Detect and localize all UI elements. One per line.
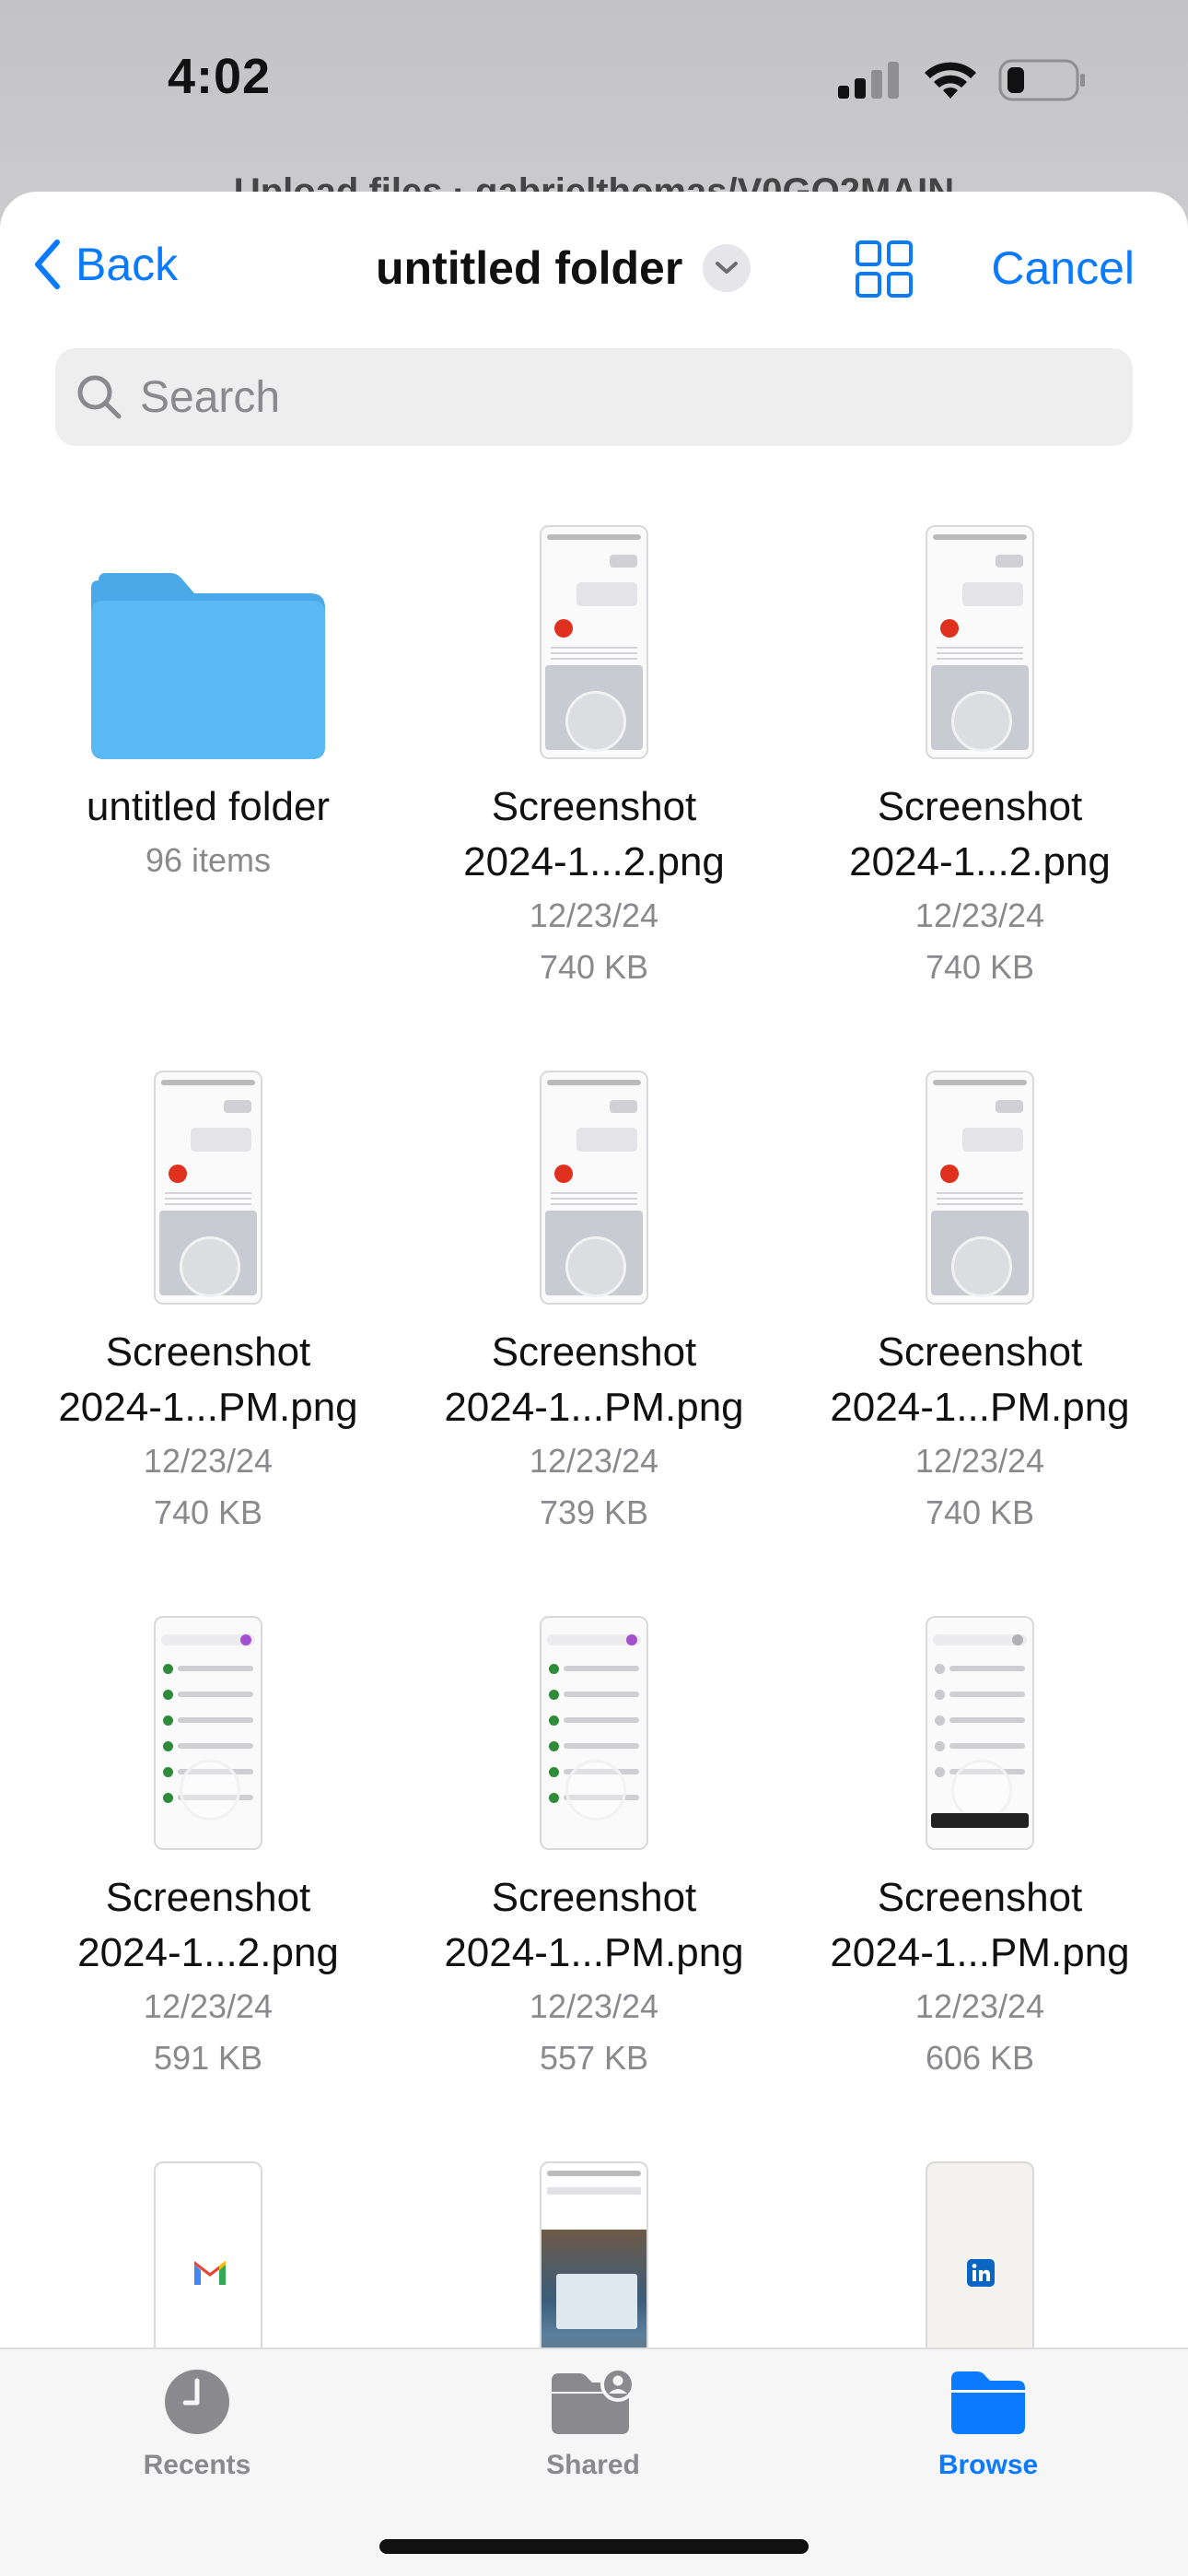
clock-icon [165, 2370, 229, 2434]
back-label: Back [76, 239, 179, 290]
tab-shared[interactable]: Shared [473, 2367, 713, 2481]
item-size: 740 KB [539, 948, 649, 986]
folder-icon [951, 2371, 1025, 2434]
status-time: 4:02 [168, 49, 272, 104]
item-name-line2: 2024-1...2.png [77, 1930, 339, 1975]
tab-browse[interactable]: Browse [868, 2368, 1108, 2481]
item-count: 96 items [145, 841, 272, 879]
navigation-bar: Back untitled folder Cancel [0, 192, 1188, 348]
item-date: 12/23/24 [529, 1442, 659, 1480]
chevron-left-icon [35, 240, 60, 289]
screenshot-thumbnail [154, 1071, 262, 1305]
grid-view-icon [856, 240, 913, 298]
shared-folder-icon [552, 2367, 635, 2434]
item-name-line2: 2024-1...PM.png [830, 1385, 1130, 1430]
chevron-down-icon [703, 244, 751, 292]
search-field[interactable]: Search [55, 348, 1133, 446]
item-name-line2: 2024-1...PM.png [444, 1930, 744, 1975]
item-date: 12/23/24 [529, 896, 659, 934]
item-size: 591 KB [153, 2039, 263, 2077]
file-item[interactable]: Screenshot 2024-1...2.png 12/23/24 591 KB [24, 1616, 392, 2084]
item-size: 739 KB [539, 1493, 649, 1531]
screenshot-thumbnail [540, 525, 648, 759]
item-name: Screenshot [877, 1875, 1083, 1920]
item-name: Screenshot [877, 784, 1083, 829]
item-size: 740 KB [925, 1493, 1035, 1531]
item-date: 12/23/24 [914, 896, 1045, 934]
item-name: Screenshot [491, 784, 697, 829]
file-item[interactable]: Screenshot 2024-1...PM.png 12/23/24 740 K… [24, 1071, 392, 1539]
item-size: 740 KB [925, 948, 1035, 986]
search-placeholder: Search [140, 372, 281, 422]
folder-item[interactable]: untitled folder 96 items [24, 525, 392, 886]
home-indicator[interactable] [379, 2539, 809, 2554]
screenshot-thumbnail [540, 1616, 648, 1850]
screenshot-thumbnail [926, 1071, 1034, 1305]
item-size: 740 KB [153, 1493, 263, 1531]
item-name-line2: 2024-1...2.png [849, 839, 1111, 884]
item-name-line2: 2024-1...PM.png [830, 1930, 1130, 1975]
file-item[interactable]: Screenshot 2024-1...PM.png 12/23/24 557 K… [410, 1616, 778, 2084]
page-title: untitled folder [376, 242, 683, 294]
screenshot-thumbnail [926, 1616, 1034, 1850]
item-name: Screenshot [491, 1875, 697, 1920]
file-item[interactable]: Screenshot 2024-1...PM.png 12/23/24 740 K… [796, 1071, 1164, 1539]
wifi-icon [925, 62, 976, 99]
item-date: 12/23/24 [529, 1987, 659, 2025]
screenshot-thumbnail [540, 1071, 648, 1305]
cellular-signal-icon [838, 62, 899, 99]
battery-icon [998, 59, 1085, 101]
item-date: 12/23/24 [143, 1442, 274, 1480]
tab-label: Recents [143, 2450, 251, 2480]
item-size: 557 KB [539, 2039, 649, 2077]
status-icons [838, 59, 1087, 101]
search-icon [77, 375, 122, 419]
linkedin-logo-icon [967, 2259, 995, 2287]
status-bar: 4:02 Upload files · gabrielthomas/V0GO2M… [0, 0, 1188, 212]
back-button[interactable]: Back [33, 238, 178, 291]
folder-title-menu[interactable]: untitled folder [376, 241, 751, 295]
item-date: 12/23/24 [914, 1987, 1045, 2025]
item-name: Screenshot [105, 1875, 311, 1920]
cancel-button[interactable]: Cancel [991, 241, 1135, 295]
tab-label: Shared [546, 2450, 640, 2480]
item-name: Screenshot [105, 1329, 311, 1375]
item-name-line2: 2024-1...PM.png [444, 1385, 744, 1430]
file-item[interactable]: Screenshot 2024-1...2.png 12/23/24 740 KB [410, 525, 778, 993]
file-picker-sheet: Back untitled folder Cancel Search untit… [0, 192, 1188, 2576]
gmail-logo-icon [194, 2261, 226, 2285]
screenshot-thumbnail [926, 525, 1034, 759]
item-name: untitled folder [86, 784, 331, 829]
folder-icon [91, 573, 325, 759]
file-item[interactable]: Screenshot 2024-1...PM.png 12/23/24 739 K… [410, 1071, 778, 1539]
item-name-line2: 2024-1...PM.png [58, 1385, 358, 1430]
item-size: 606 KB [925, 2039, 1035, 2077]
item-name: Screenshot [491, 1329, 697, 1375]
item-name: Screenshot [877, 1329, 1083, 1375]
item-date: 12/23/24 [914, 1442, 1045, 1480]
item-date: 12/23/24 [143, 1987, 274, 2025]
screenshot-thumbnail [154, 1616, 262, 1850]
tab-label: Browse [938, 2450, 1039, 2480]
tab-recents[interactable]: Recents [77, 2368, 317, 2481]
file-item[interactable]: Screenshot 2024-1...PM.png 12/23/24 606 K… [796, 1616, 1164, 2084]
file-item[interactable]: Screenshot 2024-1...2.png 12/23/24 740 KB [796, 525, 1164, 993]
item-name-line2: 2024-1...2.png [463, 839, 725, 884]
view-mode-button[interactable] [855, 240, 914, 303]
